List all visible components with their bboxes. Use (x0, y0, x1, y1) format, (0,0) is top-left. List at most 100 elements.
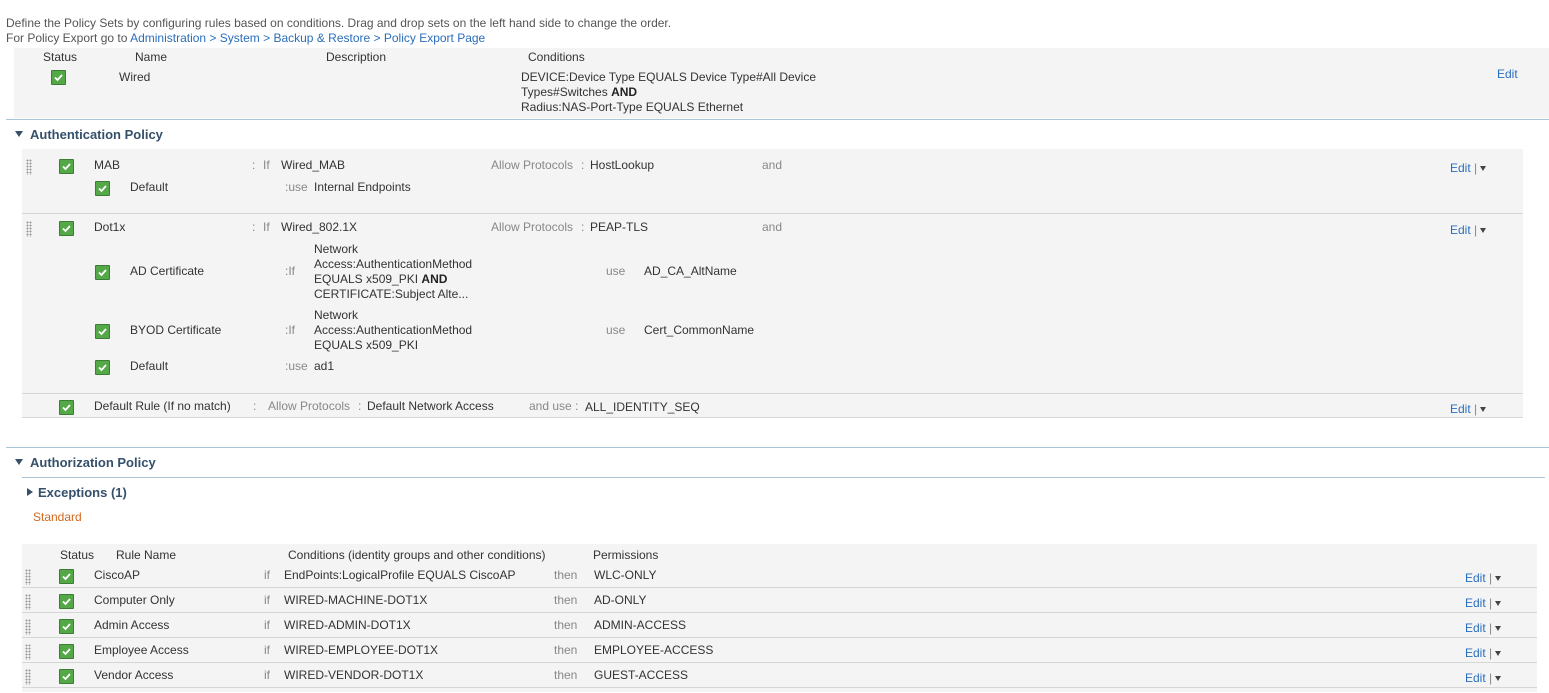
default-rule-store[interactable]: ALL_IDENTITY_SEQ (585, 400, 700, 414)
dot1x-default-use-label: :use (285, 359, 308, 373)
authz-rule-permission[interactable]: GUEST-ACCESS (594, 668, 688, 682)
authz-rule-condition[interactable]: EndPoints:LogicalProfile EQUALS CiscoAP (284, 568, 515, 582)
byod-certificate-name: BYOD Certificate (130, 323, 222, 337)
header-conditions: Conditions (528, 50, 585, 64)
authorization-rules-panel (22, 566, 1537, 692)
byod-certificate-checkbox[interactable] (95, 324, 110, 339)
drag-handle-icon[interactable] (25, 569, 31, 585)
policy-set-edit-link[interactable]: Edit (1497, 67, 1518, 81)
authz-rule-pipe: | (1489, 571, 1493, 585)
byod-certificate-if-label: :If (285, 323, 296, 337)
collapse-triangle-icon[interactable] (15, 459, 23, 465)
mab-edit-link[interactable]: Edit (1450, 161, 1471, 175)
drag-handle-icon[interactable] (25, 594, 31, 610)
byod-certificate-condition[interactable]: Network Access:AuthenticationMethod EQUA… (314, 308, 472, 353)
default-rule-checkbox[interactable] (59, 400, 74, 415)
dot1x-status-checkbox[interactable] (59, 221, 74, 236)
ad-certificate-if-label: :If (285, 264, 296, 278)
ad-certificate-checkbox[interactable] (95, 265, 110, 280)
dot1x-condition[interactable]: Wired_802.1X (281, 220, 357, 234)
authz-rule-permission[interactable]: EMPLOYEE-ACCESS (594, 643, 713, 657)
authz-rule-then-label: then (554, 618, 578, 632)
authz-rule-then-label: then (554, 643, 578, 657)
default-rule-edit-link[interactable]: Edit (1450, 402, 1471, 416)
header-name: Name (135, 50, 168, 64)
byod-certificate-use-label: use (606, 323, 626, 337)
mab-default-store[interactable]: Internal Endpoints (314, 180, 411, 194)
ad-cond-line: CERTIFICATE:Subject Alte... (314, 287, 469, 301)
drag-handle-icon[interactable] (25, 644, 31, 660)
authz-rule-checkbox[interactable] (59, 669, 74, 684)
dot1x-allow-protocols-label: Allow Protocols (491, 220, 574, 234)
section-divider (22, 477, 1545, 478)
ad-certificate-store[interactable]: AD_CA_AltName (644, 264, 737, 278)
byod-cond-line: Access:AuthenticationMethod (314, 323, 473, 337)
section-divider (6, 447, 1549, 448)
authz-rule-checkbox[interactable] (59, 644, 74, 659)
collapse-triangle-icon[interactable] (15, 131, 23, 137)
default-rule-dropdown-arrow-icon[interactable] (1480, 407, 1486, 412)
authz-rule-checkbox[interactable] (59, 594, 74, 609)
row-divider (22, 637, 1537, 638)
default-rule-colon: : (253, 399, 257, 413)
drag-handle-icon[interactable] (26, 159, 32, 175)
policy-set-status-checkbox[interactable] (51, 70, 66, 85)
dot1x-default-name: Default (130, 359, 169, 373)
mab-status-checkbox[interactable] (59, 159, 74, 174)
authz-rule-permission[interactable]: WLC-ONLY (594, 568, 656, 582)
mab-rule-name: MAB (94, 158, 121, 172)
authz-rule-condition[interactable]: WIRED-MACHINE-DOT1X (284, 593, 427, 607)
authz-rule-checkbox[interactable] (59, 619, 74, 634)
drag-handle-icon[interactable] (25, 619, 31, 635)
authorization-policy-title[interactable]: Authorization Policy (30, 455, 156, 470)
drag-handle-icon[interactable] (26, 221, 32, 237)
expand-triangle-icon[interactable] (27, 488, 33, 496)
authz-rule-edit-link[interactable]: Edit (1465, 646, 1486, 660)
dot1x-default-store[interactable]: ad1 (314, 359, 334, 373)
authz-rule-if-label: if (264, 593, 270, 607)
mab-protocol[interactable]: HostLookup (590, 158, 654, 172)
ad-certificate-condition[interactable]: Network Access:AuthenticationMethod EQUA… (314, 242, 472, 302)
authz-rule-if-label: if (264, 668, 270, 682)
authz-rule-pipe: | (1489, 621, 1493, 635)
authz-rule-dropdown-arrow-icon[interactable] (1495, 601, 1501, 606)
authz-rule-then-label: then (554, 568, 578, 582)
byod-certificate-store[interactable]: Cert_CommonName (644, 323, 754, 337)
dot1x-default-checkbox[interactable] (95, 360, 110, 375)
authz-rule-condition[interactable]: WIRED-EMPLOYEE-DOT1X (284, 643, 438, 657)
dot1x-edit-link[interactable]: Edit (1450, 223, 1471, 237)
authz-rule-dropdown-arrow-icon[interactable] (1495, 626, 1501, 631)
authentication-policy-title[interactable]: Authentication Policy (30, 127, 163, 142)
mab-dropdown-arrow-icon[interactable] (1480, 166, 1486, 171)
dot1x-dropdown-arrow-icon[interactable] (1480, 228, 1486, 233)
mab-if-label: If (263, 158, 270, 172)
authz-rule-permission[interactable]: ADMIN-ACCESS (594, 618, 686, 632)
default-rule-protocol[interactable]: Default Network Access (367, 399, 494, 413)
dot1x-protocol[interactable]: PEAP-TLS (590, 220, 648, 234)
row-divider (22, 612, 1537, 613)
mab-condition[interactable]: Wired_MAB (281, 158, 345, 172)
exceptions-toggle[interactable]: Exceptions (1) (38, 485, 127, 500)
authz-rule-dropdown-arrow-icon[interactable] (1495, 576, 1501, 581)
mab-and-label: and (762, 158, 783, 172)
authz-rule-condition[interactable]: WIRED-ADMIN-DOT1X (284, 618, 411, 632)
row-divider (22, 213, 1523, 214)
authz-rule-edit-link[interactable]: Edit (1465, 621, 1486, 635)
authz-rule-dropdown-arrow-icon[interactable] (1495, 676, 1501, 681)
authz-rule-edit-link[interactable]: Edit (1465, 596, 1486, 610)
policy-export-link[interactable]: Administration > System > Backup & Resto… (130, 31, 485, 45)
ad-cond-line: Access:AuthenticationMethod (314, 257, 473, 271)
authz-rule-permission[interactable]: AD-ONLY (594, 593, 646, 607)
byod-cond-line: EQUALS x509_PKI (314, 338, 419, 352)
authz-rule-edit-link[interactable]: Edit (1465, 671, 1486, 685)
authz-rule-edit-link[interactable]: Edit (1465, 571, 1486, 585)
default-rule-pipe: | (1474, 402, 1478, 416)
drag-handle-icon[interactable] (25, 669, 31, 685)
byod-cond-line: Network (314, 308, 359, 322)
authz-rule-dropdown-arrow-icon[interactable] (1495, 651, 1501, 656)
mab-default-checkbox[interactable] (95, 181, 110, 196)
default-rule-allow-label: Allow Protocols (268, 399, 351, 413)
authz-rule-checkbox[interactable] (59, 569, 74, 584)
authz-rule-condition[interactable]: WIRED-VENDOR-DOT1X (284, 668, 423, 682)
section-divider (6, 119, 1549, 120)
